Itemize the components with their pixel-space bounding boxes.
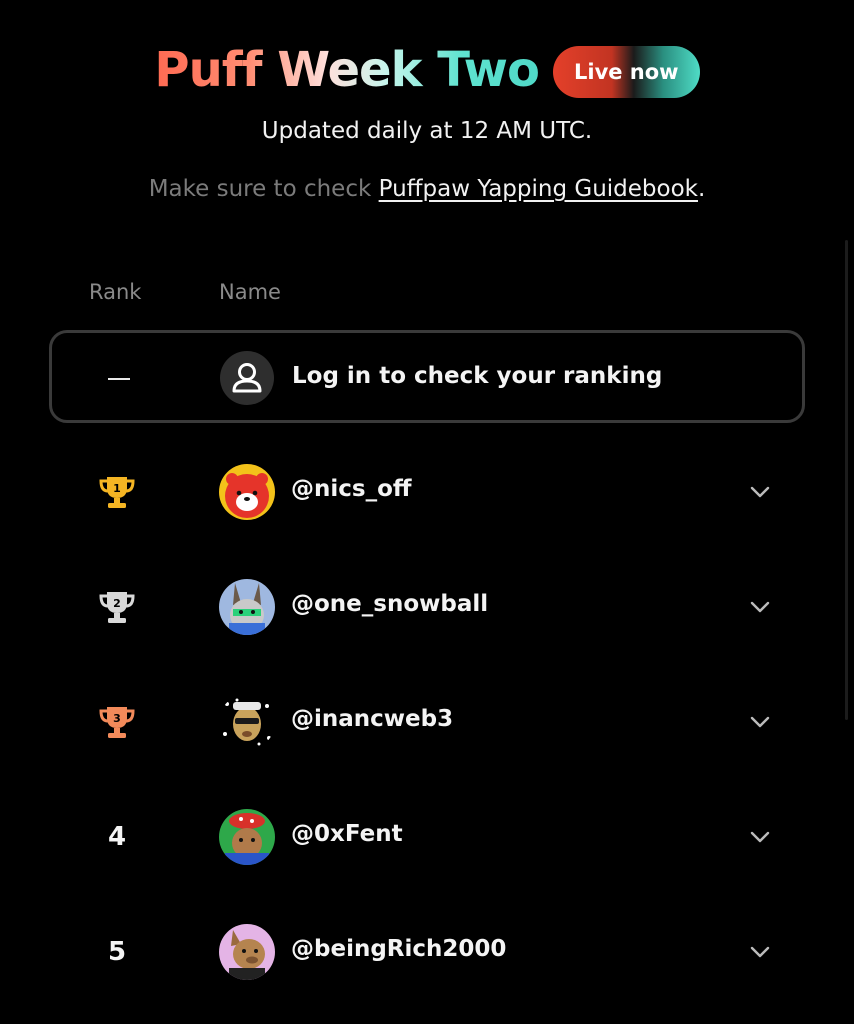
guide-suffix: . (697, 176, 706, 202)
chevron-down-icon[interactable] (749, 827, 771, 847)
rank-placeholder-dash (108, 378, 130, 380)
chevron-down-icon[interactable] (749, 712, 771, 732)
leaderboard-page: Puff Week Two Live now Updated daily at … (0, 0, 854, 1024)
svg-text:3: 3 (113, 712, 121, 725)
login-ranking-row[interactable]: Log in to check your ranking (49, 330, 805, 423)
rank-label: 4 (107, 822, 127, 852)
gold-trophy-icon: 1 (93, 452, 141, 532)
rank-number: 4 (93, 797, 141, 877)
bronze-trophy-icon: 3 (93, 682, 141, 762)
avatar (219, 694, 275, 750)
guidebook-link[interactable]: Puffpaw Yapping Guidebook (379, 176, 698, 202)
live-badge: Live now (552, 45, 700, 98)
table-row[interactable]: 1 @nics_off (49, 452, 805, 532)
scrollbar[interactable] (845, 240, 848, 720)
name-column-header: Name (219, 280, 281, 304)
chevron-down-icon[interactable] (749, 482, 771, 502)
user-icon (220, 351, 274, 405)
table-row[interactable]: 2 @one_snowball (49, 567, 805, 647)
silver-trophy-icon: 2 (93, 567, 141, 647)
rank-label: 5 (107, 937, 127, 967)
update-note: Updated daily at 12 AM UTC. (261, 118, 593, 144)
login-prompt: Log in to check your ranking (292, 363, 663, 389)
avatar (219, 579, 275, 635)
rank-number: 5 (93, 912, 141, 992)
chevron-down-icon[interactable] (749, 942, 771, 962)
user-handle[interactable]: @one_snowball (291, 591, 488, 617)
user-handle[interactable]: @beingRich2000 (291, 936, 506, 962)
table-row[interactable]: 3 @inancweb3 (49, 682, 805, 762)
page-title: Puff Week Two (154, 42, 540, 98)
title-row: Puff Week Two Live now (0, 40, 854, 100)
avatar (219, 924, 275, 980)
rank-column-header: Rank (89, 280, 142, 304)
user-handle[interactable]: @nics_off (291, 476, 412, 502)
user-handle[interactable]: @0xFent (291, 821, 403, 847)
table-row[interactable]: 5 @beingRich2000 (49, 912, 805, 992)
svg-text:1: 1 (113, 482, 121, 495)
user-handle[interactable]: @inancweb3 (291, 706, 453, 732)
chevron-down-icon[interactable] (749, 597, 771, 617)
guide-prefix: Make sure to check (148, 176, 379, 202)
avatar (219, 464, 275, 520)
avatar (219, 809, 275, 865)
table-row[interactable]: 4 @0xFent (49, 797, 805, 877)
svg-text:2: 2 (113, 597, 121, 610)
guide-note: Make sure to check Puffpaw Yapping Guide… (0, 176, 854, 202)
